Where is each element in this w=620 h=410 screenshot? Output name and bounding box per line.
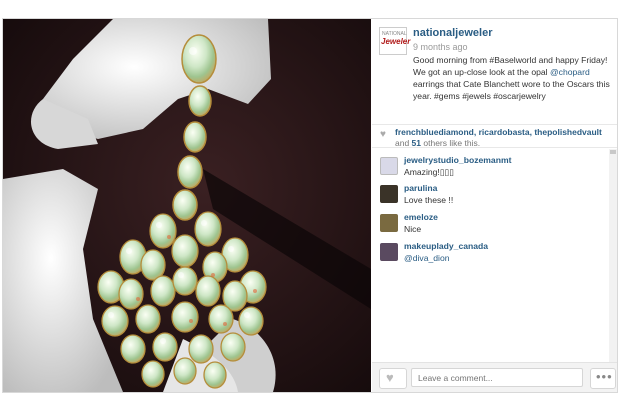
likers-list[interactable]: frenchbluediamond, ricardobasta, thepoli… [395, 127, 602, 137]
scrollbar-thumb[interactable] [610, 150, 616, 154]
likes-and: and [395, 138, 412, 148]
comment-item: makeuplady_canada @diva_dion [380, 241, 605, 268]
account-avatar[interactable]: NATIONAL Jeweler [379, 27, 411, 55]
post-header: NATIONAL Jeweler nationaljeweler 9 month… [372, 19, 617, 125]
comment-avatar[interactable] [380, 243, 398, 261]
caption-text-end: earrings that Cate Blanchett wore to the… [413, 79, 610, 101]
likes-text: frenchbluediamond, ricardobasta, thepoli… [395, 127, 613, 149]
opal-earring-photo [3, 19, 371, 392]
likes-row: ♥ frenchbluediamond, ricardobasta, thepo… [372, 125, 617, 148]
likes-count[interactable]: 51 [412, 138, 421, 148]
ellipsis-icon: ••• [596, 369, 613, 384]
comment-bar: ♥ ••• [372, 363, 617, 392]
comment-mention[interactable]: @diva_dion [404, 253, 450, 263]
post-sidebar: NATIONAL Jeweler nationaljeweler 9 month… [372, 19, 617, 392]
comment-avatar[interactable] [380, 157, 398, 175]
comments-list: jewelrystudio_bozemanmt Amazing!▯▯▯ paru… [372, 149, 617, 363]
comment-text: Love these !! [404, 195, 454, 205]
comment-avatar[interactable] [380, 185, 398, 203]
comment-text-wrap: @diva_dion [404, 253, 450, 263]
comment-avatar[interactable] [380, 214, 398, 232]
caption-mention[interactable]: @chopard [550, 67, 590, 77]
comment-text: Amazing!▯▯▯ [404, 167, 455, 177]
comment-input[interactable] [411, 368, 583, 387]
comment-username[interactable]: makeuplady_canada [404, 241, 488, 251]
comment-item: parulina Love these !! [380, 183, 605, 210]
post-username[interactable]: nationaljeweler [413, 27, 492, 39]
likes-suffix: others like this. [421, 138, 481, 148]
more-options-button[interactable]: ••• [590, 368, 616, 389]
comment-item: emeloze Nice [380, 212, 605, 239]
like-button[interactable]: ♥ [379, 368, 407, 389]
comment-username[interactable]: parulina [404, 183, 437, 193]
comments-scrollbar[interactable] [609, 149, 617, 362]
comment-text: Nice [404, 224, 422, 234]
heart-icon: ♥ [380, 129, 386, 140]
comment-username[interactable]: emeloze [404, 212, 438, 222]
instagram-post: NATIONAL Jeweler nationaljeweler 9 month… [2, 18, 618, 393]
logo-main-text: Jeweler [381, 37, 411, 46]
post-caption: Good morning from #Baselworld and happy … [413, 54, 613, 102]
heart-icon: ♥ [386, 370, 394, 385]
comment-username[interactable]: jewelrystudio_bozemanmt [404, 155, 511, 165]
comment-item: jewelrystudio_bozemanmt Amazing!▯▯▯ [380, 155, 605, 182]
post-photo[interactable] [3, 19, 371, 392]
post-time[interactable]: 9 months ago [413, 42, 468, 52]
